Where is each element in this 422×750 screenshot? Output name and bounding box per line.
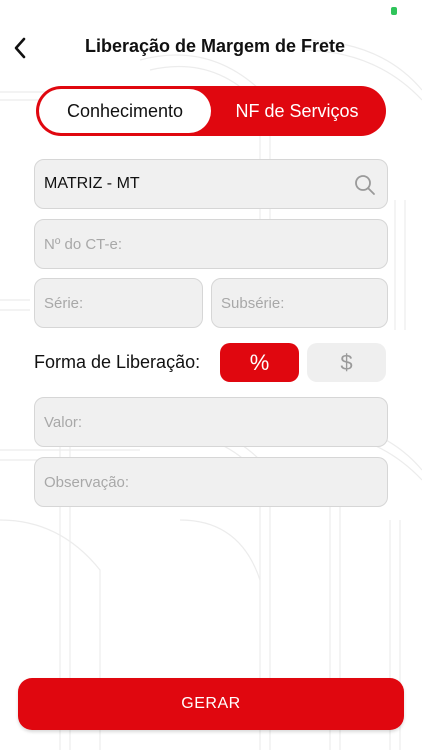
filial-value: MATRIZ - MT xyxy=(44,175,140,192)
observacao-field[interactable]: Observação: xyxy=(34,457,388,507)
subserie-placeholder: Subsérie: xyxy=(221,294,285,312)
observacao-placeholder: Observação: xyxy=(44,473,130,491)
dollar-option-button[interactable]: $ xyxy=(307,343,386,382)
gerar-button[interactable]: GERAR xyxy=(18,678,404,730)
valor-placeholder: Valor: xyxy=(44,413,83,431)
status-indicator xyxy=(391,7,397,15)
cte-number-field[interactable]: Nº do CT-e: xyxy=(34,219,388,269)
serie-placeholder: Série: xyxy=(44,294,84,312)
cte-number-placeholder: Nº do CT-e: xyxy=(44,235,123,253)
percent-option-button[interactable]: % xyxy=(220,343,299,382)
page-title: Liberação de Margem de Frete xyxy=(84,36,346,56)
filial-select-field[interactable]: MATRIZ - MT xyxy=(34,159,388,209)
valor-field[interactable]: Valor: xyxy=(34,397,388,447)
subserie-field[interactable]: Subsérie: xyxy=(211,278,388,328)
tab-conhecimento[interactable]: Conhecimento xyxy=(39,89,211,133)
document-type-toggle: Conhecimento NF de Serviços xyxy=(36,86,386,136)
forma-liberacao-label: Forma de Liberação: xyxy=(34,352,201,372)
header: Liberação de Margem de Frete xyxy=(0,28,422,68)
search-icon[interactable] xyxy=(353,173,377,197)
tab-nf-servicos[interactable]: NF de Serviços xyxy=(211,89,383,133)
serie-field[interactable]: Série: xyxy=(34,278,203,328)
